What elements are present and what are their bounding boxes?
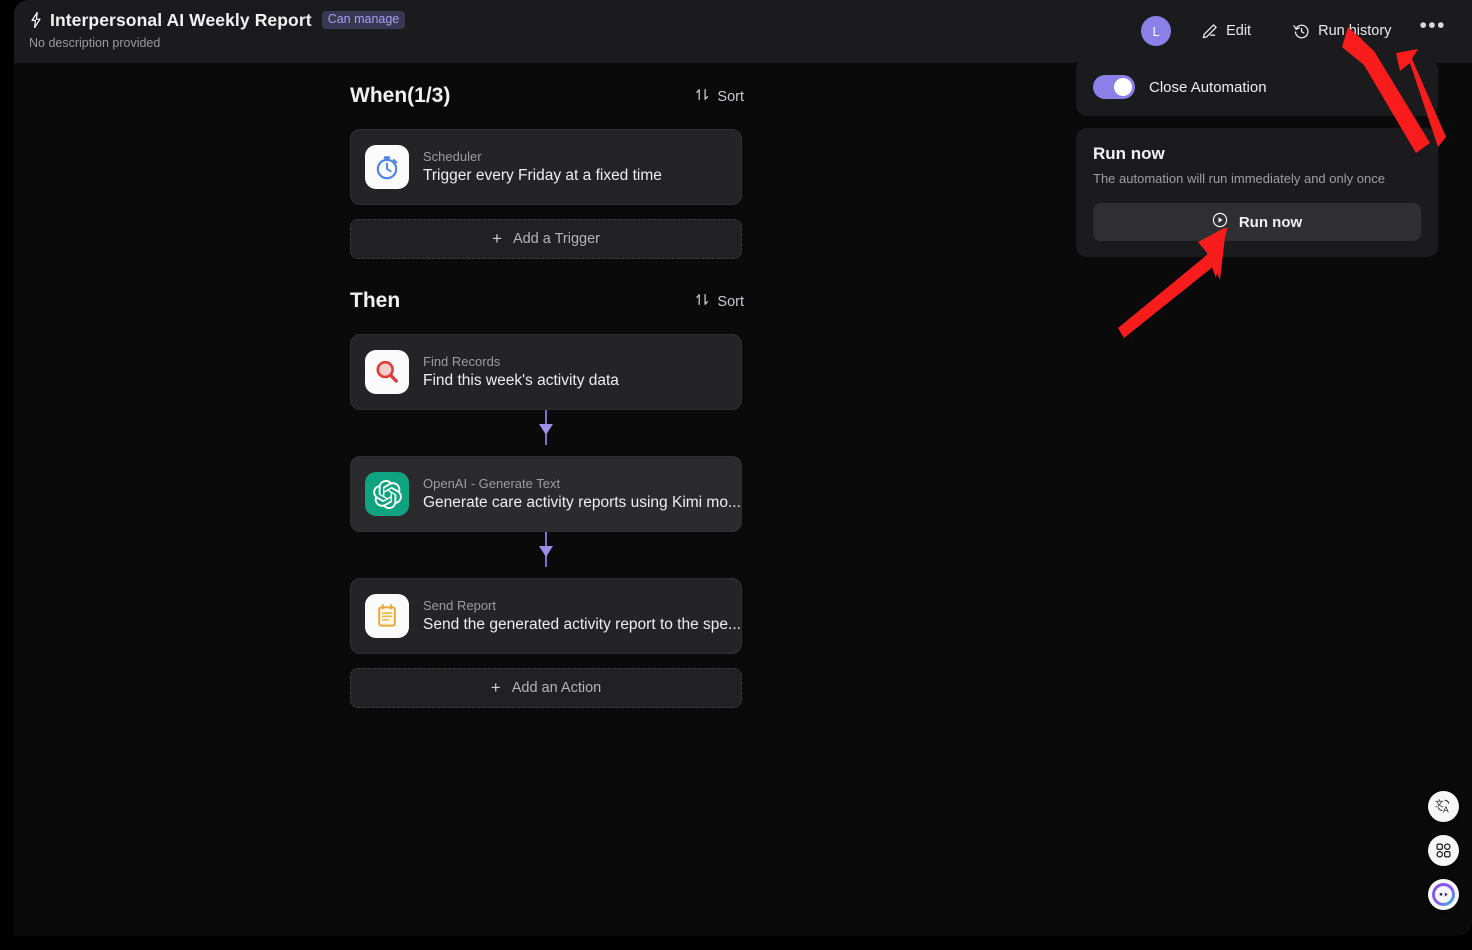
history-clock-icon <box>1293 23 1310 40</box>
run-history-button[interactable]: Run history <box>1283 17 1401 46</box>
close-automation-label: Close Automation <box>1149 78 1267 96</box>
toggle-knob <box>1114 78 1132 96</box>
close-automation-toggle[interactable] <box>1093 75 1135 99</box>
run-history-label: Run history <box>1318 23 1392 39</box>
clipboard-icon <box>365 594 409 638</box>
add-trigger-label: Add a Trigger <box>512 231 600 247</box>
sort-arrows-icon <box>695 292 710 311</box>
add-action-label: Add an Action <box>511 680 602 696</box>
assistant-avatar-icon[interactable] <box>1428 879 1459 910</box>
sort-arrows-icon <box>695 87 710 106</box>
permission-badge: Can manage <box>321 10 406 30</box>
trigger-card-kicker: Scheduler <box>423 149 482 164</box>
avatar[interactable]: L <box>1141 16 1172 46</box>
flow-connector <box>336 410 756 445</box>
openai-icon <box>365 472 409 516</box>
more-options-button[interactable]: ••• <box>1401 15 1454 41</box>
add-trigger-button[interactable]: + Add a Trigger <box>350 219 742 259</box>
when-sort-label: Sort <box>717 88 744 105</box>
plus-icon: + <box>492 229 502 248</box>
play-circle-icon <box>1212 212 1228 232</box>
automation-editor-window: Interpersonal AI Weekly Report Can manag… <box>14 0 1472 936</box>
action-card-desc: Generate care activity reports using Kim… <box>423 494 741 511</box>
action-card-find-records[interactable]: Find Records Find this week's activity d… <box>350 334 742 410</box>
run-now-panel: Run now The automation will run immediat… <box>1076 128 1438 257</box>
run-now-title: Run now <box>1093 144 1165 163</box>
when-section-title: When(1/3) <box>350 84 451 107</box>
action-card-send-report[interactable]: Send Report Send the generated activity … <box>350 578 742 654</box>
trigger-card-scheduler[interactable]: Scheduler Trigger every Friday at a fixe… <box>350 129 742 205</box>
right-panel: Close Automation Run now The automation … <box>1076 58 1438 257</box>
pencil-icon <box>1201 23 1218 40</box>
action-card-openai-generate-text[interactable]: OpenAI - Generate Text Generate care act… <box>350 456 742 532</box>
plus-icon: + <box>490 678 501 697</box>
edit-label: Edit <box>1226 23 1252 39</box>
close-automation-panel: Close Automation <box>1076 58 1438 116</box>
run-now-button[interactable]: Run now <box>1093 203 1421 241</box>
translate-icon[interactable]: 文 A <box>1428 791 1459 822</box>
header-actions: L Edit Run history ••• <box>1141 15 1454 46</box>
action-card-text: Send Report Send the generated activity … <box>423 598 741 634</box>
flow-connector <box>336 532 756 567</box>
header-title-block: Interpersonal AI Weekly Report Can manag… <box>29 9 406 50</box>
connector-arrow-icon <box>539 424 553 435</box>
then-sort-button[interactable]: Sort <box>691 290 748 313</box>
magnifier-icon <box>365 350 409 394</box>
when-section-header: When(1/3) Sort <box>336 84 756 118</box>
action-card-text: OpenAI - Generate Text Generate care act… <box>423 476 741 512</box>
action-card-desc: Send the generated activity report to th… <box>423 616 741 633</box>
close-automation-row: Close Automation <box>1093 74 1421 100</box>
then-sort-label: Sort <box>717 293 744 310</box>
page-description: No description provided <box>29 36 161 50</box>
action-card-text: Find Records Find this week's activity d… <box>423 354 619 390</box>
action-card-kicker: OpenAI - Generate Text <box>423 476 561 491</box>
svg-text:A: A <box>1443 805 1449 815</box>
run-now-button-label: Run now <box>1238 213 1303 231</box>
run-now-subtitle: The automation will run immediately and … <box>1093 171 1385 186</box>
then-section-title: Then <box>350 289 401 312</box>
action-card-kicker: Send Report <box>423 598 496 613</box>
stopwatch-icon <box>365 145 409 189</box>
connector-arrow-icon <box>539 546 553 557</box>
apps-grid-icon[interactable] <box>1428 835 1459 866</box>
then-section-header: Then Sort <box>336 289 756 323</box>
page-title: Interpersonal AI Weekly Report <box>50 9 312 30</box>
action-card-kicker: Find Records <box>423 354 501 369</box>
action-card-desc: Find this week's activity data <box>423 372 619 389</box>
when-sort-button[interactable]: Sort <box>691 85 748 108</box>
app-header: Interpersonal AI Weekly Report Can manag… <box>14 0 1472 63</box>
trigger-card-text: Scheduler Trigger every Friday at a fixe… <box>423 149 662 185</box>
title-row: Interpersonal AI Weekly Report Can manag… <box>29 9 406 31</box>
trigger-card-desc: Trigger every Friday at a fixed time <box>423 167 662 184</box>
add-action-button[interactable]: + Add an Action <box>350 668 742 708</box>
edit-button[interactable]: Edit <box>1191 17 1261 46</box>
lightning-bolt-icon <box>29 11 43 29</box>
automation-flow: When(1/3) Sort Scheduler Trigger every F… <box>336 84 756 708</box>
